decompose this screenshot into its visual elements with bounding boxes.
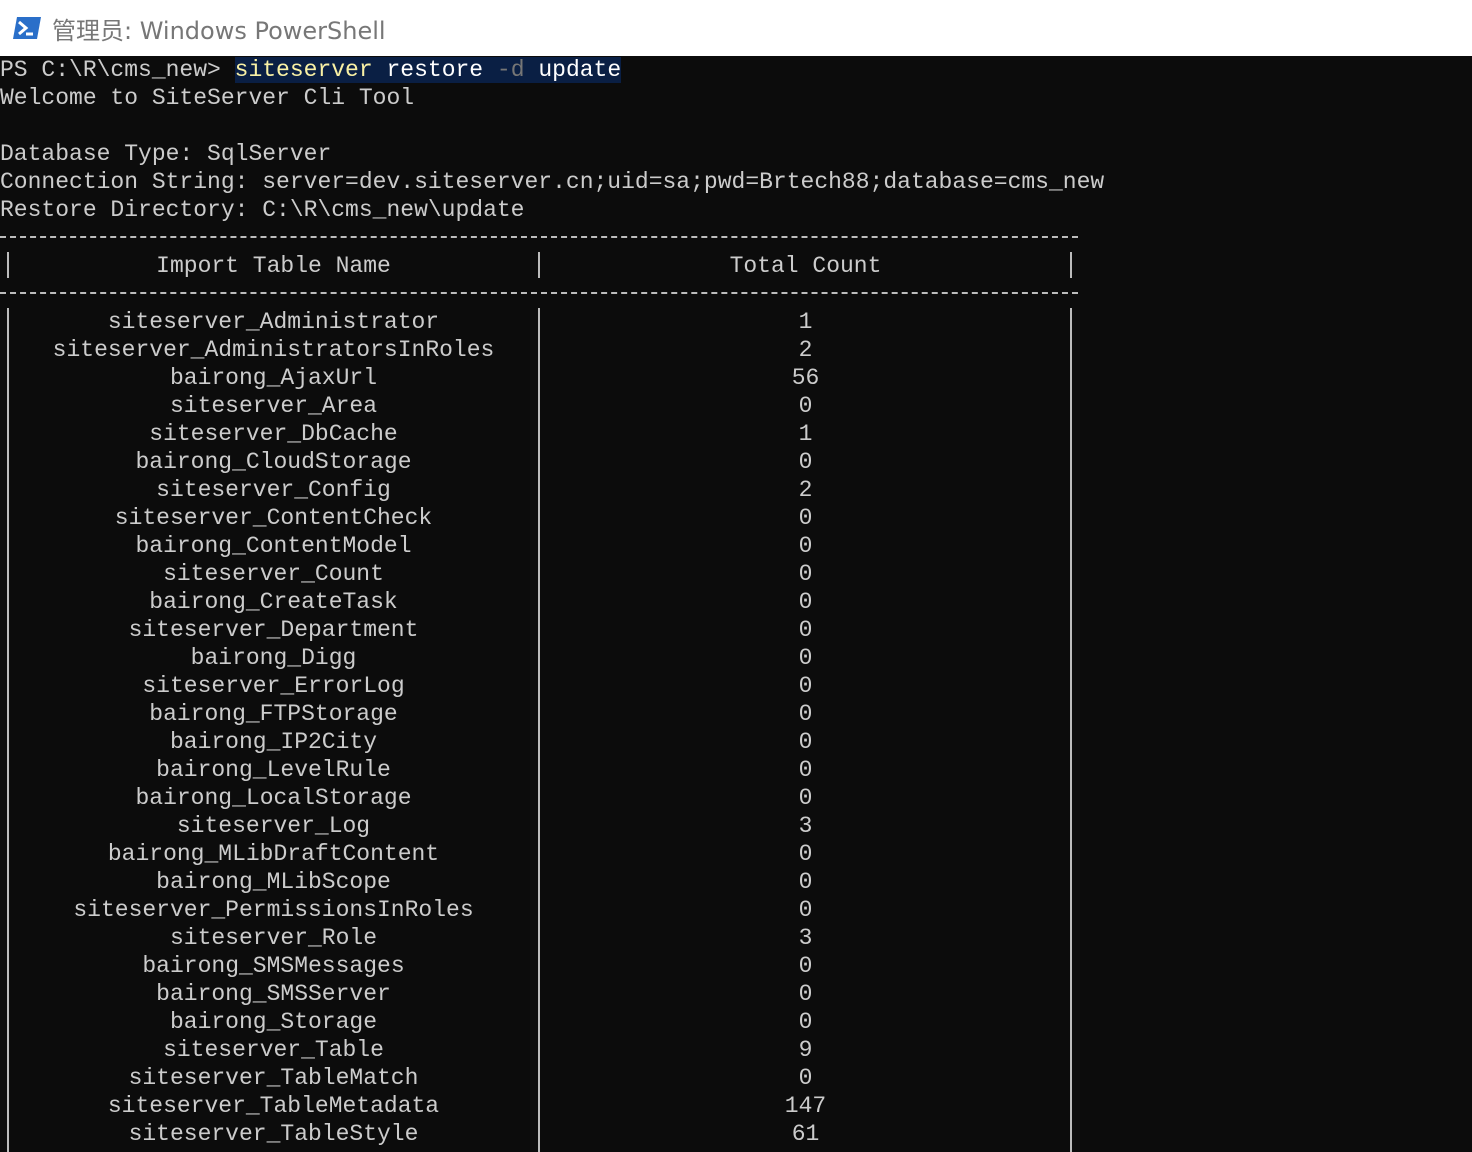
table-header-rule (0, 292, 1078, 294)
table-row-count: 0 (798, 617, 813, 643)
table-row-count: 2 (798, 337, 813, 363)
table-row-count: 0 (798, 785, 813, 811)
welcome-line: Welcome to SiteServer Cli Tool (0, 85, 415, 111)
command-arg-restore: restore (386, 57, 484, 83)
table-row-count: 0 (798, 897, 813, 923)
table-row-name: siteserver_ContentCheck (114, 505, 433, 531)
table-row-count: 147 (784, 1093, 827, 1119)
table-row-name: bairong_IP2City (169, 729, 378, 755)
table-row-name: siteserver_AdministratorsInRoles (52, 337, 495, 363)
title-bar: 管理员: Windows PowerShell (0, 0, 1472, 56)
table-row-name: siteserver_Config (156, 477, 391, 503)
table-row-count: 2 (798, 477, 813, 503)
table-row-name: bairong_SMSServer (156, 981, 391, 1007)
table-row-count: 0 (798, 561, 813, 587)
table-row-name: bairong_AjaxUrl (169, 365, 378, 391)
table-row-count: 0 (798, 701, 813, 727)
table-row-name: siteserver_Log (176, 813, 371, 839)
window-title: 管理员: Windows PowerShell (52, 16, 386, 45)
table-row-count: 0 (798, 449, 813, 475)
table-row-count: 0 (798, 757, 813, 783)
table-row-name: siteserver_Area (169, 393, 378, 419)
table-row-name: siteserver_PermissionsInRoles (73, 897, 474, 923)
table-row-name: bairong_Storage (169, 1009, 378, 1035)
powershell-icon (12, 14, 44, 42)
command-flag: -d (496, 57, 525, 83)
console-output[interactable]: PS C:\R\cms_new> siteserver restore -d u… (0, 56, 1472, 1152)
table-row-count: 0 (798, 505, 813, 531)
table-row-count: 9 (798, 1037, 813, 1063)
table-row-count: 0 (798, 729, 813, 755)
table-row-name: bairong_FTPStorage (149, 701, 398, 727)
table-row-count: 1 (798, 309, 813, 335)
table-row-count: 0 (798, 673, 813, 699)
table-row-count: 0 (798, 981, 813, 1007)
command-line: PS C:\R\cms_new> siteserver restore -d u… (0, 56, 622, 84)
table-row-count: 3 (798, 813, 813, 839)
command-arg-update: update (538, 57, 622, 83)
table-row-name: siteserver_DbCache (149, 421, 398, 447)
table-row-name: bairong_SMSMessages (142, 953, 405, 979)
table-row-name: bairong_CloudStorage (135, 449, 412, 475)
table-row-count: 0 (798, 393, 813, 419)
database-type-line: Database Type: SqlServer (0, 141, 332, 167)
table-row-count: 56 (791, 365, 820, 391)
table-row-count: 3 (798, 925, 813, 951)
table-row-name: siteserver_TableStyle (128, 1121, 419, 1147)
table-row-name: siteserver_Department (128, 617, 419, 643)
table-row-name: bairong_CreateTask (149, 589, 398, 615)
header-total-count: Total Count (729, 253, 882, 279)
table-row-count: 0 (798, 1009, 813, 1035)
table-row-name: bairong_LocalStorage (135, 785, 412, 811)
table-row-name: siteserver_TableMetadata (107, 1093, 440, 1119)
table-row-count: 0 (798, 1065, 813, 1091)
table-row-name: siteserver_ErrorLog (142, 673, 405, 699)
table-row-name: siteserver_Count (163, 561, 384, 587)
table-row-name: siteserver_Table (163, 1037, 384, 1063)
table-row-name: siteserver_Administrator (107, 309, 440, 335)
table-row-count: 0 (798, 841, 813, 867)
table-row-count: 0 (798, 645, 813, 671)
restore-directory-line: Restore Directory: C:\R\cms_new\update (0, 197, 525, 223)
table-row-name: bairong_LevelRule (156, 757, 391, 783)
table-top-rule (0, 236, 1078, 238)
table-row-count: 1 (798, 421, 813, 447)
table-row-name: siteserver_Role (169, 925, 378, 951)
header-import-table-name: Import Table Name (156, 253, 391, 279)
prompt: PS C:\R\cms_new> (0, 57, 235, 83)
table-row-name: siteserver_TableMatch (128, 1065, 419, 1091)
table-row-name: bairong_MLibScope (156, 869, 391, 895)
table-row-count: 0 (798, 953, 813, 979)
table-row-count: 0 (798, 589, 813, 615)
table-row-name: bairong_Digg (190, 645, 357, 671)
table-row-count: 0 (798, 533, 813, 559)
table-row-count: 0 (798, 869, 813, 895)
connection-string-line: Connection String: server=dev.siteserver… (0, 169, 1105, 195)
command-name: siteserver (234, 57, 373, 83)
table-row-count: 61 (791, 1121, 820, 1147)
table-row-name: bairong_ContentModel (135, 533, 412, 559)
table-row-name: bairong_MLibDraftContent (107, 841, 440, 867)
